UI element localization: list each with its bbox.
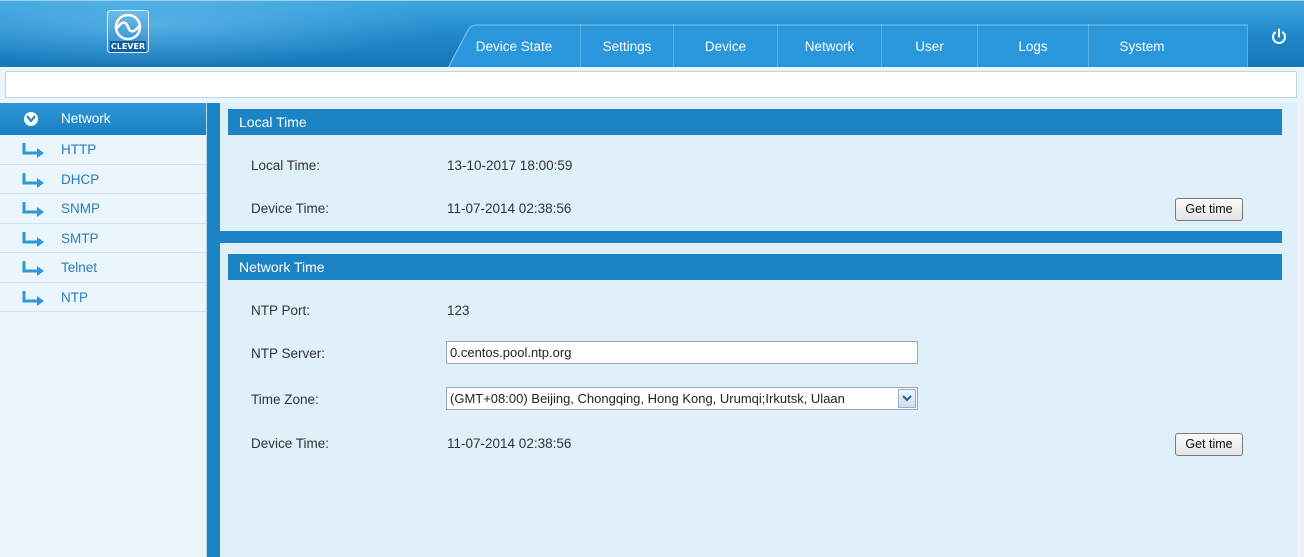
- local-time-label: Local Time:: [251, 158, 321, 173]
- header-bar: CLEVER Device State Settings Device Netw…: [0, 0, 1304, 68]
- network-device-time-label: Device Time:: [251, 436, 330, 451]
- section-title-local-time: Local Time: [228, 109, 1282, 135]
- sidebar-item-label: DHCP: [61, 171, 100, 187]
- sidebar-item-telnet[interactable]: Telnet: [0, 253, 206, 283]
- sidebar-head-label: Network: [61, 111, 111, 126]
- sidebar-item-label: SMTP: [61, 230, 99, 246]
- scrollbar[interactable]: [1297, 98, 1304, 557]
- get-time-button[interactable]: Get time: [1175, 198, 1243, 221]
- sidebar-item-label: HTTP: [61, 142, 97, 157]
- time-zone-select[interactable]: (GMT+08:00) Beijing, Chongqing, Hong Kon…: [446, 387, 918, 410]
- sidebar-item-label: Telnet: [61, 260, 98, 275]
- nav-device-state[interactable]: Device State: [448, 24, 581, 68]
- sidebar: Network HTTP DHCP SNMP SMTP Telnet NTP: [0, 103, 207, 557]
- main-content: Local Time Local Time: 13-10-2017 18:00:…: [220, 103, 1297, 557]
- time-zone-label: Time Zone:: [251, 392, 319, 407]
- arrow-right-icon: [22, 231, 44, 247]
- power-icon[interactable]: [1270, 28, 1288, 46]
- device-time-label: Device Time:: [251, 201, 330, 216]
- sidebar-divider: [207, 103, 220, 557]
- subheader-bar: [5, 71, 1297, 98]
- nav-logs[interactable]: Logs: [978, 24, 1089, 68]
- ntp-server-label: NTP Server:: [251, 346, 326, 361]
- chevron-down-icon: [24, 112, 38, 126]
- network-device-time-value: 11-07-2014 02:38:56: [447, 436, 572, 451]
- nav-system[interactable]: System: [1089, 24, 1195, 68]
- arrow-right-icon: [22, 202, 44, 217]
- local-time-value: 13-10-2017 18:00:59: [447, 158, 573, 173]
- sidebar-item-label: NTP: [61, 289, 88, 305]
- nav-user[interactable]: User: [882, 24, 978, 68]
- arrow-right-icon: [22, 143, 44, 158]
- device-time-value: 11-07-2014 02:38:56: [447, 201, 572, 216]
- logo: CLEVER: [107, 10, 149, 53]
- sidebar-item-ntp[interactable]: NTP: [0, 283, 206, 312]
- ntp-port-value: 123: [447, 303, 470, 318]
- time-zone-value: (GMT+08:00) Beijing, Chongqing, Hong Kon…: [450, 391, 845, 406]
- main-nav: Device State Settings Device Network Use…: [448, 24, 1195, 68]
- section-separator: [220, 231, 1282, 243]
- sidebar-head-network[interactable]: Network: [0, 103, 206, 135]
- nav-network[interactable]: Network: [778, 24, 882, 68]
- network-get-time-button[interactable]: Get time: [1175, 433, 1243, 456]
- nav-settings[interactable]: Settings: [581, 24, 674, 68]
- logo-icon: [114, 13, 142, 41]
- ntp-server-input[interactable]: 0.centos.pool.ntp.org: [446, 341, 918, 364]
- sidebar-item-http[interactable]: HTTP: [0, 135, 206, 165]
- sidebar-item-smtp[interactable]: SMTP: [0, 224, 206, 253]
- sidebar-item-snmp[interactable]: SNMP: [0, 194, 206, 224]
- arrow-right-icon: [22, 261, 44, 276]
- sidebar-item-dhcp[interactable]: DHCP: [0, 165, 206, 194]
- arrow-right-icon: [22, 290, 44, 306]
- sidebar-item-label: SNMP: [61, 201, 101, 216]
- dropdown-button[interactable]: [898, 389, 916, 408]
- header-glow: [0, 1, 440, 68]
- section-title-network-time: Network Time: [228, 254, 1282, 280]
- arrow-right-icon: [22, 172, 44, 188]
- logo-text: CLEVER: [110, 41, 146, 52]
- chevron-down-icon: [902, 395, 912, 402]
- nav-device[interactable]: Device: [674, 24, 778, 68]
- ntp-port-label: NTP Port:: [251, 303, 311, 318]
